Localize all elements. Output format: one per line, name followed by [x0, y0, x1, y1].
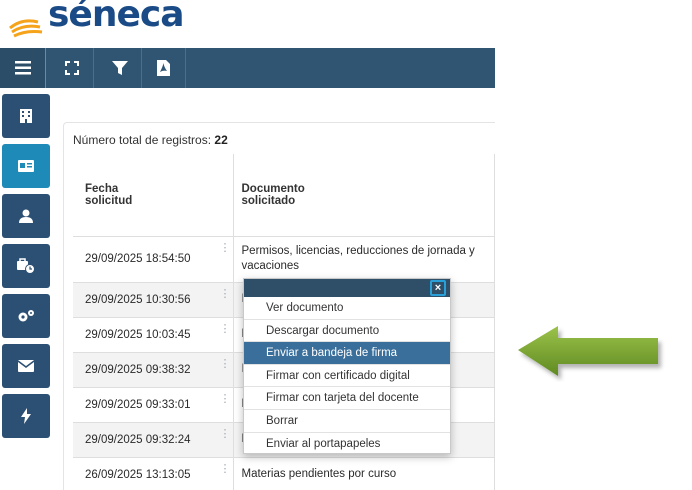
pointer-arrow-icon — [518, 326, 658, 376]
column-header-document[interactable]: Documento solicitado — [233, 154, 495, 237]
request-date: 29/09/2025 10:03:45 ⋮ — [73, 317, 234, 353]
id-card-icon — [18, 160, 34, 172]
context-menu-header: × — [244, 279, 450, 297]
suitcase-clock-icon — [17, 258, 35, 274]
total-records-value: 22 — [214, 133, 228, 147]
seneca-logo: séneca — [8, 0, 185, 46]
expand-icon — [64, 61, 79, 75]
top-toolbar — [0, 48, 495, 88]
total-records: Número total de registros: 22 — [73, 133, 228, 147]
pdf-button[interactable] — [142, 48, 186, 88]
sidebar-item-documents[interactable] — [2, 144, 50, 188]
gears-icon — [18, 310, 34, 322]
menu-item-send-to-signing-tray[interactable]: Enviar a bandeja de firma — [244, 342, 450, 365]
sidebar-item-absences[interactable] — [2, 244, 50, 288]
row-menu-icon[interactable]: ⋮ — [220, 288, 231, 300]
table-row[interactable]: 29/09/2025 18:54:50 ⋮ Permisos, licencias… — [73, 236, 495, 283]
menu-item-delete[interactable]: Borrar — [244, 410, 450, 433]
row-menu-icon[interactable]: ⋮ — [220, 463, 231, 475]
row-context-menu: × Ver documento Descargar documento Envi… — [243, 278, 451, 454]
users-icon — [19, 209, 33, 223]
request-date: 29/09/2025 09:38:32 ⋮ — [73, 352, 234, 388]
logo-text: séneca — [48, 0, 185, 35]
app-root: séneca Número total de registros: 22 Fec… — [0, 0, 692, 490]
row-menu-icon[interactable]: ⋮ — [220, 242, 231, 254]
column-header-date[interactable]: Fecha solicitud — [73, 154, 234, 237]
request-date: 29/09/2025 09:32:24 ⋮ — [73, 422, 234, 458]
row-menu-icon[interactable]: ⋮ — [220, 323, 231, 335]
row-menu-icon[interactable]: ⋮ — [220, 393, 231, 405]
menu-item-sign-with-certificate[interactable]: Firmar con certificado digital — [244, 365, 450, 388]
filter-icon — [111, 61, 128, 75]
expand-button[interactable] — [50, 48, 94, 88]
sidebar — [2, 94, 50, 444]
sidebar-item-staff[interactable] — [2, 194, 50, 238]
sidebar-item-messages[interactable] — [2, 344, 50, 388]
menu-icon — [14, 61, 31, 75]
pdf-icon — [157, 60, 170, 76]
request-date: 29/09/2025 10:30:56 ⋮ — [73, 282, 234, 318]
request-date: 26/09/2025 13:13:05 ⋮ — [73, 457, 234, 490]
request-document: Permisos, licencias, reducciones de jorn… — [233, 236, 495, 283]
row-menu-icon[interactable]: ⋮ — [220, 358, 231, 370]
request-date: 29/09/2025 09:33:01 ⋮ — [73, 387, 234, 423]
row-menu-icon[interactable]: ⋮ — [220, 428, 231, 440]
menu-item-view-document[interactable]: Ver documento — [244, 297, 450, 320]
menu-item-sign-with-teacher-card[interactable]: Firmar con tarjeta del docente — [244, 387, 450, 410]
menu-item-download-document[interactable]: Descargar documento — [244, 320, 450, 343]
logo-waves-icon — [9, 19, 43, 38]
sidebar-item-center[interactable] — [2, 94, 50, 138]
filter-button[interactable] — [98, 48, 142, 88]
building-icon — [20, 109, 32, 123]
total-records-label: Número total de registros: — [73, 133, 212, 147]
request-document: Materias pendientes por curso — [233, 457, 495, 490]
request-date: 29/09/2025 18:54:50 ⋮ — [73, 236, 234, 283]
close-icon[interactable]: × — [430, 280, 446, 296]
table-row[interactable]: 26/09/2025 13:13:05 ⋮ Materias pendientes… — [73, 457, 495, 490]
sidebar-item-utilities[interactable] — [2, 294, 50, 338]
menu-item-copy-to-clipboard[interactable]: Enviar al portapapeles — [244, 433, 450, 456]
menu-button[interactable] — [0, 48, 46, 88]
sidebar-item-shortcuts[interactable] — [2, 394, 50, 438]
bolt-icon — [21, 408, 31, 424]
envelope-icon — [18, 360, 34, 372]
